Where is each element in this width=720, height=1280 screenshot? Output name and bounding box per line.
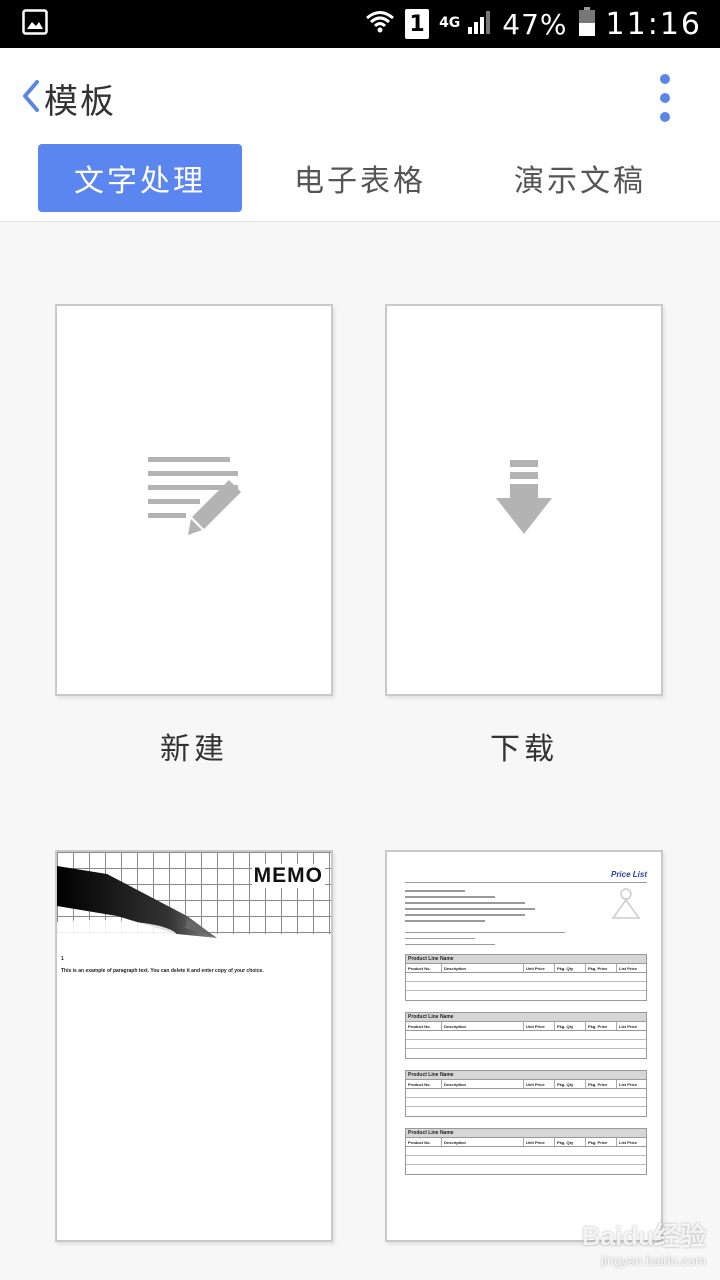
page-title: 模板 <box>44 81 116 122</box>
more-vert-icon <box>660 74 670 84</box>
download-card[interactable] <box>385 304 663 696</box>
new-document-label: 新建 <box>160 732 228 767</box>
price-table-2: Product Line Name Product No. Descriptio… <box>405 1012 647 1059</box>
signal-icon <box>466 9 492 39</box>
tab-word-processing[interactable]: 文字处理 <box>38 144 242 212</box>
back-button[interactable]: 模板 <box>20 70 116 126</box>
app-header: 模板 文字处理 电子表格 演示文稿 <box>0 48 720 222</box>
template-grid: 新建 下载 MEMO 1 This is an example of parag… <box>0 222 720 1280</box>
memo-body-text: This is an example of paragraph text. Yo… <box>61 968 264 974</box>
price-table-3: Product Line Name Product No. Descriptio… <box>405 1070 647 1117</box>
network-type: 4G <box>439 14 461 31</box>
status-bar: 1 4G 47% 11:16 <box>0 0 720 48</box>
battery-icon <box>578 7 596 41</box>
logo-placeholder-icon <box>609 886 643 924</box>
price-list-title: Price List <box>610 870 647 879</box>
template-card-memo[interactable]: MEMO 1 This is an example of paragraph t… <box>55 850 333 1242</box>
download-label: 下载 <box>490 732 558 767</box>
battery-percent: 47% <box>502 7 568 41</box>
download-arrow-icon <box>494 458 554 542</box>
tab-spreadsheet[interactable]: 电子表格 <box>258 144 462 212</box>
baidu-watermark: Baidu经验 jingyan.baidu.com <box>581 1221 706 1268</box>
fountain-pen-image <box>57 866 227 960</box>
memo-title: MEMO <box>251 864 325 888</box>
tab-presentation[interactable]: 演示文稿 <box>478 144 682 212</box>
chevron-left-icon <box>20 79 42 117</box>
template-card-price-list[interactable]: Price List Product Line Name Product No.… <box>385 850 663 1242</box>
price-table-1: Product Line Name Product No. Descriptio… <box>405 954 647 1001</box>
document-edit-icon <box>144 453 244 547</box>
sim-slot-badge: 1 <box>405 9 430 39</box>
gallery-icon <box>22 9 48 39</box>
wifi-icon <box>365 9 395 39</box>
status-clock: 11:16 <box>605 6 702 42</box>
price-table-4: Product Line Name Product No. Descriptio… <box>405 1128 647 1175</box>
category-tabs: 文字处理 电子表格 演示文稿 <box>38 144 682 212</box>
new-document-card[interactable] <box>55 304 333 696</box>
more-options-button[interactable] <box>650 72 680 124</box>
